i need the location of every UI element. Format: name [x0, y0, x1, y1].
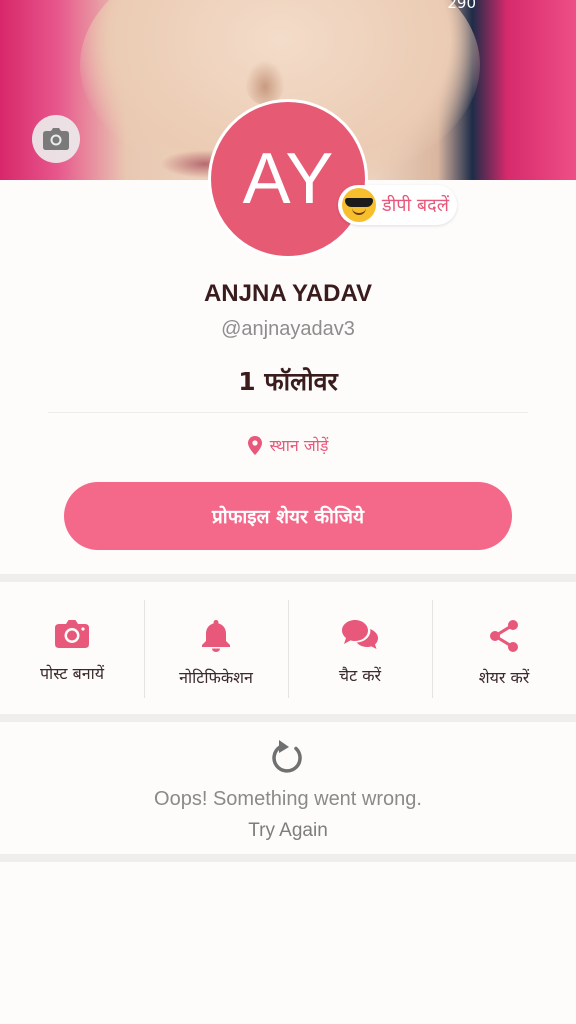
change-dp-button[interactable]: डीपी बदलें: [338, 185, 457, 225]
action-bar: पोस्ट बनायें नोटिफिकेशन चैट करें शेयर कर…: [0, 584, 576, 714]
action-label: चैट करें: [338, 666, 382, 685]
error-state: Oops! Something went wrong. Try Again: [0, 722, 576, 854]
change-cover-button[interactable]: [32, 115, 80, 163]
camera-icon: [55, 620, 89, 648]
section-separator: [0, 854, 576, 862]
try-again-button[interactable]: Try Again: [0, 820, 576, 842]
refresh-icon[interactable]: [270, 738, 306, 778]
create-post-button[interactable]: पोस्ट बनायें: [0, 584, 144, 714]
share-icon: [490, 620, 518, 652]
error-message: Oops! Something went wrong.: [154, 788, 422, 810]
add-location-link[interactable]: स्थान जोड़ें: [0, 434, 576, 456]
bell-icon: [202, 620, 230, 652]
section-separator: [0, 714, 576, 722]
share-button[interactable]: शेयर करें: [432, 584, 576, 714]
sunglasses-emoji-icon: [342, 188, 376, 222]
profile-handle: @anjnayadav3: [221, 318, 355, 340]
location-pin-icon: [247, 435, 262, 455]
divider: [48, 412, 528, 413]
followers-count[interactable]: 1 फॉलोवर: [0, 364, 576, 398]
share-profile-button[interactable]: प्रोफाइल शेयर कीजिये: [64, 482, 512, 550]
change-dp-label: डीपी बदलें: [382, 195, 449, 216]
action-label: पोस्ट बनायें: [39, 664, 105, 683]
avatar-initials: AY: [242, 139, 334, 219]
cover-nose-shape: [245, 60, 285, 105]
action-label: नोटिफिकेशन: [179, 668, 253, 687]
chat-button[interactable]: चैट करें: [288, 584, 432, 714]
camera-icon: [43, 128, 69, 150]
avatar[interactable]: AY: [208, 99, 368, 259]
action-label: शेयर करें: [478, 668, 530, 687]
notifications-button[interactable]: नोटिफिकेशन: [144, 584, 288, 714]
profile-name: ANJNA YADAV: [203, 280, 373, 307]
add-location-label: स्थान जोड़ें: [269, 436, 329, 455]
section-separator: [0, 574, 576, 582]
chat-icon: [342, 620, 378, 649]
cover-count-text: 290: [447, 0, 476, 12]
